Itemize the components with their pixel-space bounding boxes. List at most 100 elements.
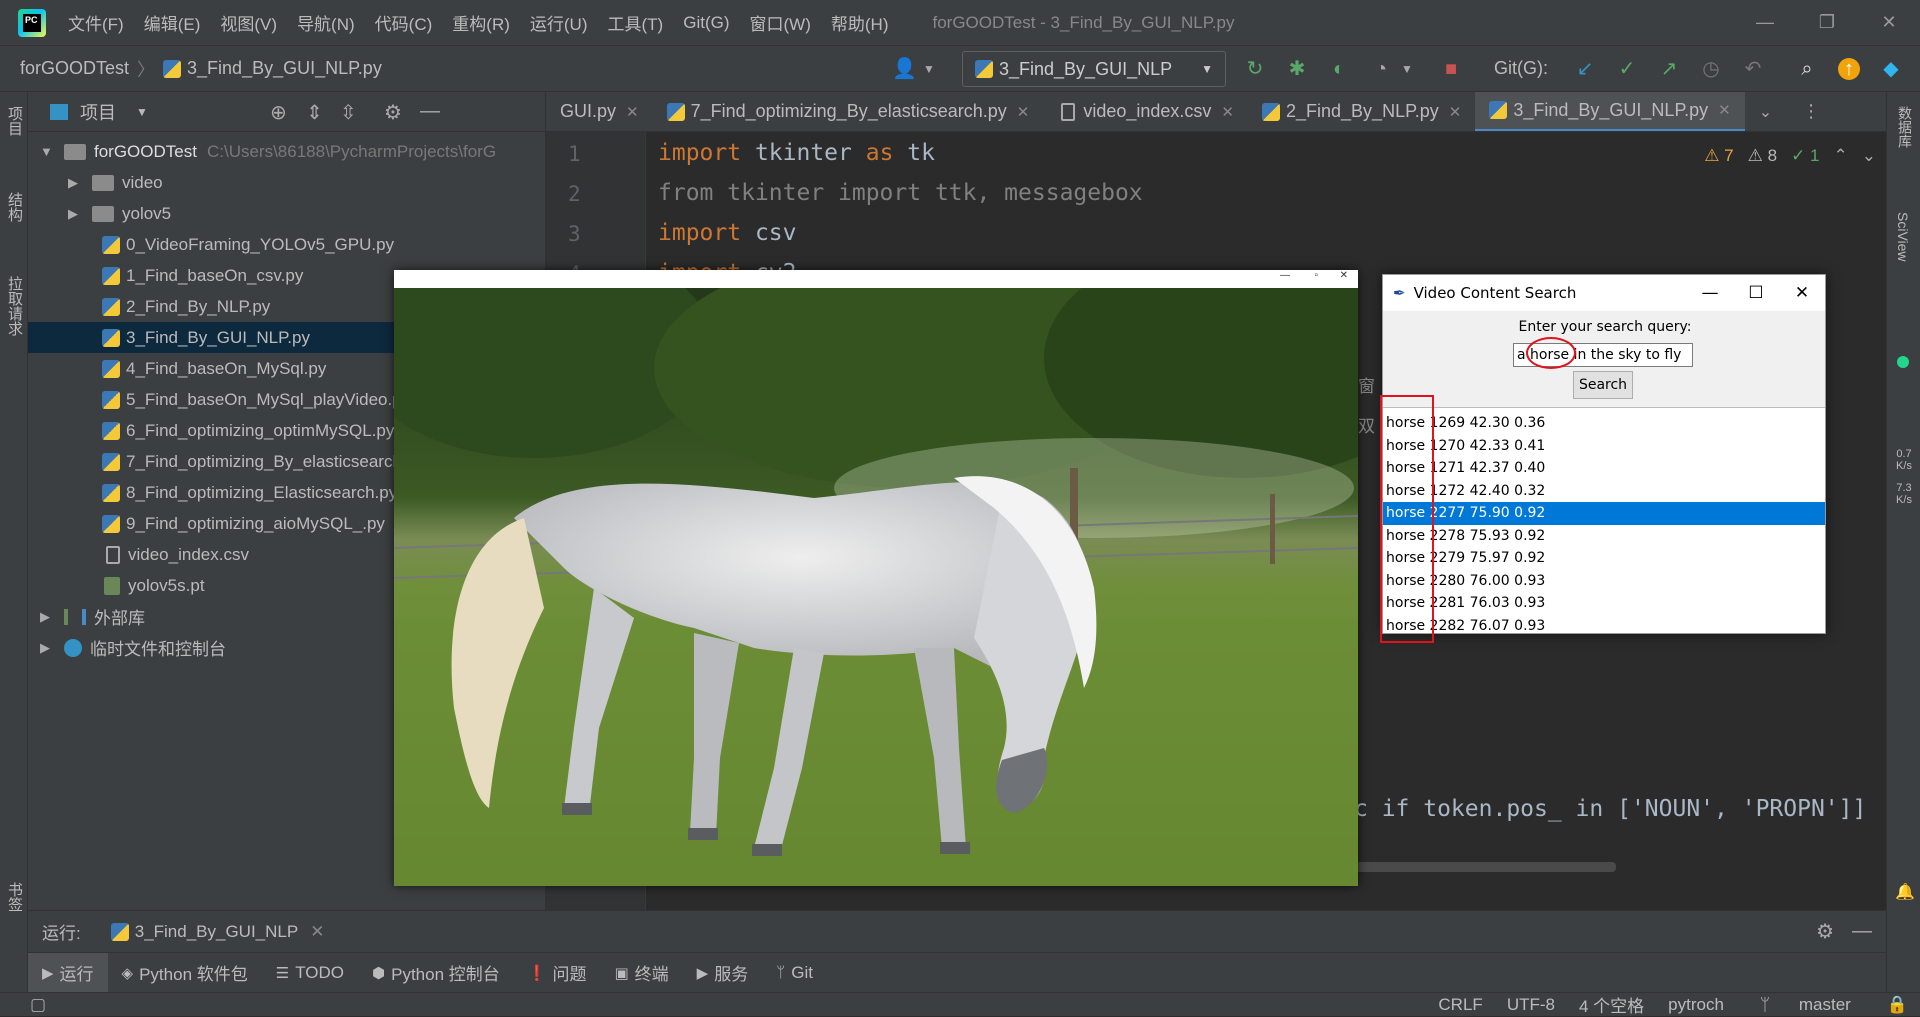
search-button[interactable]: Search [1573, 371, 1633, 399]
editor-tab[interactable]: 2_Find_By_NLP.py ✕ [1248, 92, 1475, 131]
search-icon[interactable]: ⌕ [1796, 58, 1818, 80]
menu-help[interactable]: 帮助(H) [831, 10, 889, 35]
tool-structure[interactable]: 结构 [4, 192, 25, 222]
gear-icon[interactable]: ⚙ [384, 100, 402, 125]
coverage-icon[interactable]: ◐ [1328, 58, 1350, 80]
jetbrains-toolbox-icon[interactable]: ◆ [1880, 58, 1902, 80]
close-icon[interactable]: ✕ [1221, 103, 1234, 121]
stop-icon[interactable]: ■ [1440, 58, 1462, 80]
close-icon[interactable]: ✕ [626, 103, 639, 121]
tree-root[interactable]: ▼ forGOODTest C:\Users\86188\PycharmProj… [28, 136, 545, 167]
chevron-down-icon[interactable]: ▼ [40, 144, 54, 159]
editor-tab[interactable]: video_index.csv ✕ [1043, 92, 1248, 131]
close-icon[interactable]: ✕ [1858, 0, 1920, 45]
search-results-list[interactable]: horse 1269 42.30 0.36 horse 1270 42.33 0… [1383, 407, 1825, 634]
menu-window[interactable]: 窗口(W) [750, 10, 811, 35]
tool-database[interactable]: 数据库 [1895, 106, 1915, 148]
project-panel-title[interactable]: 项目 [80, 99, 116, 125]
close-icon[interactable]: ✕ [1017, 103, 1030, 121]
chevron-down-icon[interactable]: ⌄ [1759, 102, 1772, 122]
menu-tools[interactable]: 工具(T) [608, 10, 664, 35]
editor-tab[interactable]: GUI.py ✕ [546, 92, 653, 131]
close-icon[interactable]: ✕ [1779, 275, 1825, 311]
result-row[interactable]: horse 1269 42.30 0.36 [1383, 412, 1825, 435]
tab-todo[interactable]: ☰ TODO [262, 953, 358, 993]
menu-code[interactable]: 代码(C) [375, 10, 433, 35]
tab-python-console[interactable]: ⬢ Python 控制台 [358, 953, 514, 993]
result-row[interactable]: horse 2281 76.03 0.93 [1383, 592, 1825, 615]
inspection-widget[interactable]: ⚠ 7 ⚠ 8 ✓ 1 ⌃ ⌄ [1704, 146, 1876, 166]
editor-tab-active[interactable]: 3_Find_By_GUI_NLP.py ✕ [1475, 92, 1745, 131]
expand-all-icon[interactable]: ⇕ [306, 100, 323, 125]
result-row[interactable]: horse 2280 76.00 0.93 [1383, 570, 1825, 593]
tree-folder[interactable]: ▶ yolov5 [28, 198, 545, 229]
update-icon[interactable]: ↑ [1838, 58, 1860, 80]
chevron-down-icon[interactable]: ▼ [136, 105, 148, 119]
menu-run[interactable]: 运行(U) [530, 10, 588, 35]
result-row[interactable]: horse 2279 75.97 0.92 [1383, 547, 1825, 570]
tool-sciview[interactable]: SciView [1895, 212, 1911, 262]
lock-icon[interactable]: 🔒 [1887, 995, 1908, 1015]
menu-navigate[interactable]: 导航(N) [297, 10, 355, 35]
minimize-icon[interactable]: — [1280, 270, 1290, 281]
run-configuration-select[interactable]: 3_Find_By_GUI_NLP ▼ [962, 51, 1226, 87]
editor-tab[interactable]: 7_Find_optimizing_By_elasticsearch.py ✕ [653, 92, 1044, 131]
menu-refactor[interactable]: 重构(R) [452, 10, 510, 35]
run-tab-label[interactable]: 3_Find_By_GUI_NLP [135, 922, 298, 942]
indent-setting[interactable]: 4 个空格 [1579, 992, 1644, 1017]
breadcrumb-project[interactable]: forGOODTest [20, 58, 129, 79]
chevron-down-icon[interactable]: ⌄ [1862, 146, 1876, 166]
maximize-icon[interactable]: ☐ [1733, 275, 1779, 311]
result-row-selected[interactable]: horse 2277 75.90 0.92 [1383, 502, 1825, 525]
video-frame-window[interactable]: — ▫ ✕ [394, 270, 1358, 886]
git-history-icon[interactable]: ◷ [1700, 58, 1722, 80]
chevron-down-icon[interactable]: ▼ [918, 58, 940, 80]
git-commit-icon[interactable]: ✓ [1616, 58, 1638, 80]
tab-terminal[interactable]: ▣ 终端 [600, 953, 682, 993]
tab-services[interactable]: ▶ 服务 [683, 953, 763, 993]
menu-edit[interactable]: 编辑(E) [144, 10, 201, 35]
restore-icon[interactable]: ❐ [1796, 0, 1858, 45]
collapse-all-icon[interactable]: ⇳ [340, 100, 357, 125]
menu-git[interactable]: Git(G) [683, 13, 729, 33]
notifications-icon[interactable]: 🔔 [1895, 882, 1915, 902]
line-separator[interactable]: CRLF [1438, 995, 1482, 1015]
hide-icon[interactable]: — [1852, 920, 1872, 943]
chevron-right-icon[interactable]: ▶ [40, 609, 54, 625]
file-encoding[interactable]: UTF-8 [1507, 995, 1555, 1015]
close-icon[interactable]: ✕ [1449, 103, 1462, 121]
chevron-right-icon[interactable]: ▶ [40, 640, 54, 656]
tool-bookmarks[interactable]: 书签 [4, 882, 25, 912]
result-row[interactable]: horse 1271 42.37 0.40 [1383, 457, 1825, 480]
layout-icon[interactable]: ▢ [30, 995, 46, 1015]
tree-folder[interactable]: ▶ video [28, 167, 545, 198]
git-rollback-icon[interactable]: ↶ [1742, 58, 1764, 80]
menu-view[interactable]: 视图(V) [220, 10, 277, 35]
minimize-icon[interactable]: — [1687, 275, 1733, 311]
tab-problems[interactable]: ❗ 问题 [514, 953, 601, 993]
tool-pull-requests[interactable]: 拉取请求 [4, 276, 25, 336]
chevron-right-icon[interactable]: ▶ [68, 206, 82, 222]
minimize-icon[interactable]: — [1734, 0, 1796, 45]
result-row[interactable]: horse 1270 42.33 0.41 [1383, 435, 1825, 458]
tab-git[interactable]: ᛘ Git [762, 953, 827, 993]
git-branch[interactable]: ᛘ master [1748, 995, 1863, 1015]
user-icon[interactable]: 👤 [892, 58, 917, 80]
rerun-icon[interactable]: ↻ [1244, 58, 1266, 80]
close-icon[interactable]: ✕ [1718, 101, 1731, 119]
close-icon[interactable]: ✕ [1340, 270, 1348, 281]
profile-icon[interactable]: ◔ [1370, 58, 1392, 80]
git-push-icon[interactable]: ↗ [1658, 58, 1680, 80]
breadcrumb-file[interactable]: 3_Find_By_GUI_NLP.py [187, 58, 382, 79]
debug-icon[interactable]: ✱ [1286, 58, 1308, 80]
chevron-down-icon[interactable]: ▼ [1396, 58, 1418, 80]
python-interpreter[interactable]: pytroch [1668, 995, 1724, 1015]
menu-file[interactable]: 文件(F) [68, 10, 124, 35]
close-icon[interactable]: ✕ [310, 922, 324, 942]
restore-icon[interactable]: ▫ [1314, 270, 1318, 281]
chevron-up-icon[interactable]: ⌃ [1834, 146, 1848, 166]
git-update-icon[interactable]: ↙ [1574, 58, 1596, 80]
locate-icon[interactable]: ⊕ [270, 100, 287, 125]
horizontal-scrollbar[interactable] [1356, 862, 1616, 872]
tab-run[interactable]: ▶ 运行 [28, 952, 108, 993]
